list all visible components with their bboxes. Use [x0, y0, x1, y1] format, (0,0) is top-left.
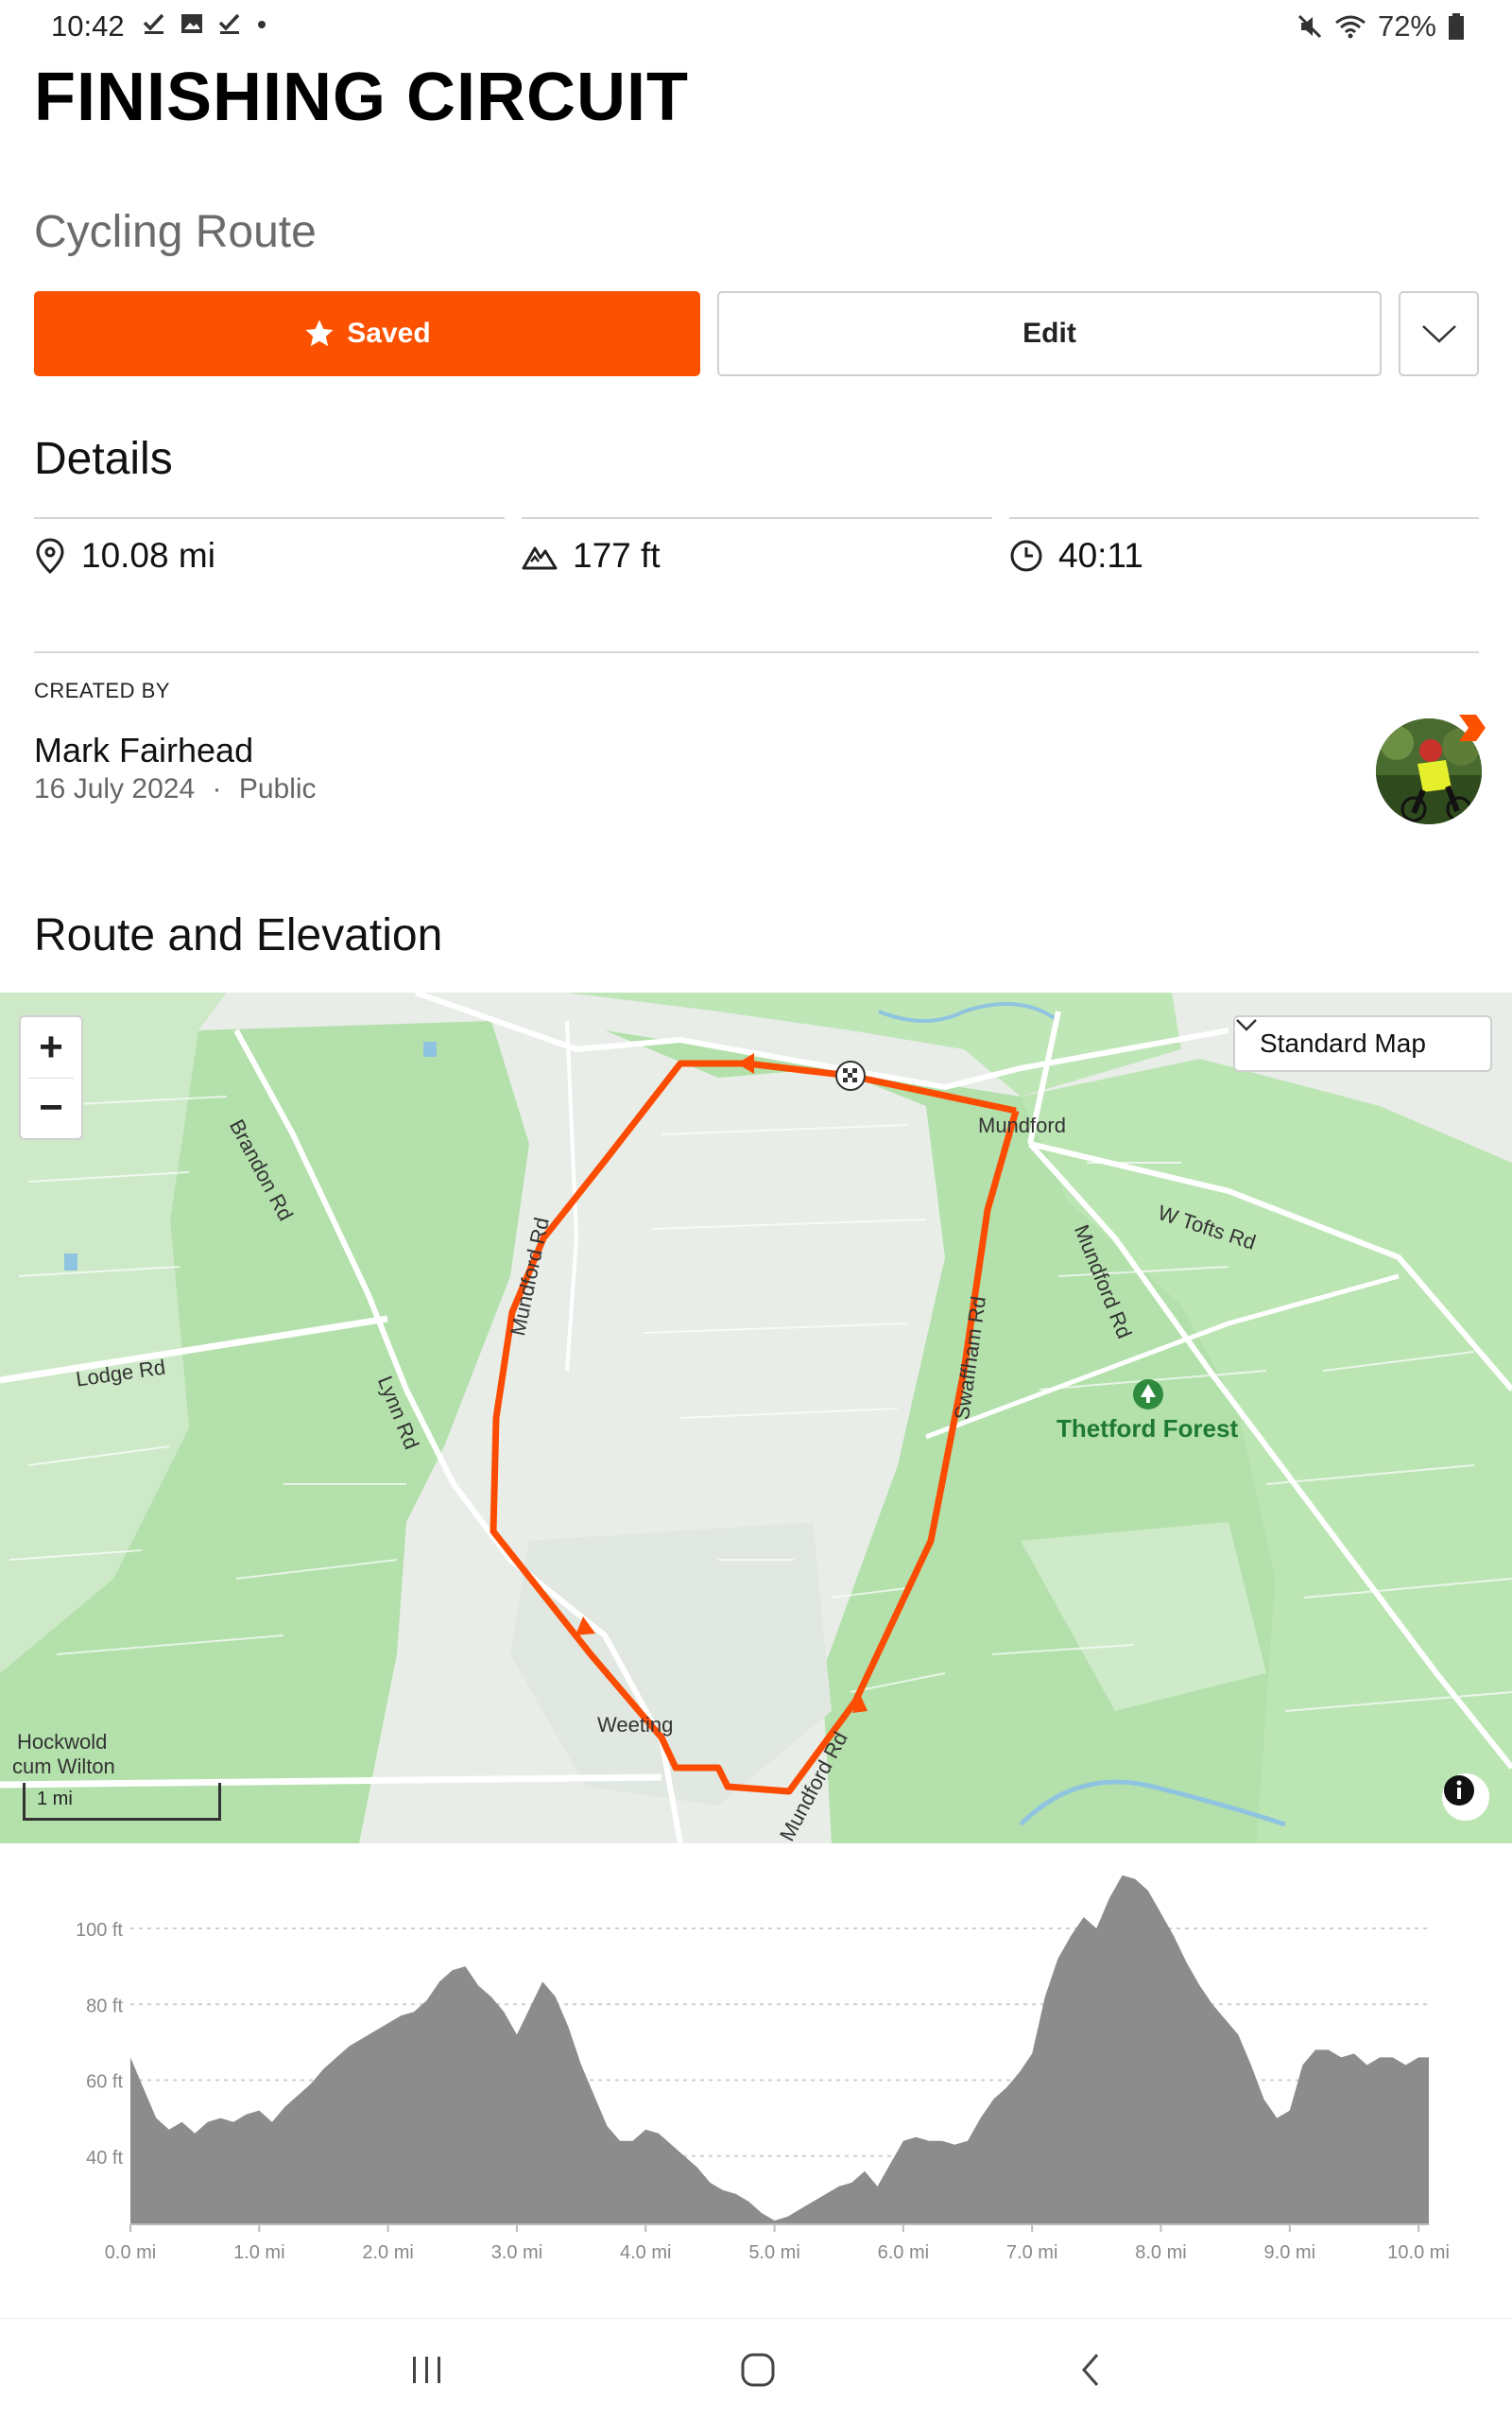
- recent-apps-icon: [413, 2357, 440, 2383]
- wifi-icon: [1335, 15, 1366, 39]
- map-type-label: Standard Map: [1260, 1028, 1426, 1058]
- zoom-control: + −: [19, 1015, 83, 1140]
- check-notification-icon: [143, 13, 164, 34]
- place-label: Weeting: [597, 1713, 674, 1737]
- route-map[interactable]: Mundford Weeting Hockwold cum Wilton The…: [0, 993, 1512, 1843]
- saved-label: Saved: [347, 318, 431, 349]
- y-tick-label: 60 ft: [86, 2072, 123, 2093]
- stat-divider: [1009, 517, 1479, 519]
- route-elevation-heading: Route and Elevation: [34, 910, 443, 960]
- home-button[interactable]: [730, 2345, 786, 2394]
- distance-stat: 10.08 mi: [34, 531, 215, 580]
- details-heading: Details: [34, 434, 173, 484]
- meta-separator: ·: [212, 773, 222, 804]
- map-type-select[interactable]: Standard Map: [1233, 1015, 1492, 1072]
- x-tick-label: 6.0 mi: [878, 2242, 929, 2259]
- route-type: Cycling Route: [34, 207, 317, 257]
- chevron-down-icon: [1236, 1019, 1257, 1031]
- battery-percent: 72%: [1377, 9, 1436, 43]
- map-info-button[interactable]: [1442, 1773, 1489, 1821]
- x-tick-label: 4.0 mi: [620, 2242, 671, 2259]
- back-button[interactable]: [1062, 2345, 1119, 2394]
- saved-button[interactable]: Saved: [34, 291, 700, 376]
- creator-name[interactable]: Mark Fairhead: [34, 731, 253, 770]
- status-time: 10:42: [51, 9, 125, 43]
- created-date: 16 July 2024: [34, 773, 196, 804]
- time-value: 40:11: [1058, 536, 1143, 575]
- x-tick-label: 0.0 mi: [105, 2242, 156, 2259]
- created-by-label: CREATED BY: [34, 679, 170, 702]
- stat-divider: [522, 517, 992, 519]
- zoom-in-button[interactable]: +: [21, 1017, 81, 1078]
- more-options-button[interactable]: [1399, 291, 1479, 376]
- elevation-chart[interactable]: 40 ft 60 ft 80 ft 100 ft 0.0 mi 1.0 mi 2.0 mi 3…: [0, 1843, 1512, 2259]
- status-bar: 10:42 72%: [0, 0, 1512, 57]
- x-tick-label: 2.0 mi: [362, 2242, 413, 2259]
- info-icon: [1444, 1775, 1474, 1806]
- x-tick-label: 5.0 mi: [748, 2242, 799, 2259]
- image-notification-icon: [181, 14, 202, 33]
- elevation-svg: 40 ft 60 ft 80 ft 100 ft 0.0 mi 1.0 mi 2.0 mi 3…: [76, 1875, 1450, 2259]
- map-scale: 1 mi: [23, 1783, 221, 1821]
- x-tick-label: 3.0 mi: [491, 2242, 542, 2259]
- time-stat: 40:11: [1009, 531, 1143, 580]
- route-title: FINISHING CIRCUIT: [34, 60, 689, 135]
- edit-label: Edit: [1022, 318, 1076, 349]
- subscriber-badge-icon: [1459, 715, 1486, 741]
- x-tick-label: 7.0 mi: [1006, 2242, 1057, 2259]
- back-icon: [1082, 2354, 1099, 2386]
- x-tick-label: 8.0 mi: [1135, 2242, 1186, 2259]
- x-tick-label: 9.0 mi: [1264, 2242, 1315, 2259]
- edit-button[interactable]: Edit: [717, 291, 1382, 376]
- dot-icon: [258, 21, 266, 28]
- stat-divider: [34, 517, 505, 519]
- status-right: 72%: [1297, 9, 1465, 43]
- recent-apps-button[interactable]: [399, 2345, 455, 2394]
- home-icon: [741, 2353, 775, 2387]
- poi-label: Thetford Forest: [1057, 1414, 1239, 1443]
- place-label: cum Wilton: [12, 1754, 115, 1778]
- map-canvas: [0, 993, 1512, 1843]
- y-tick-label: 100 ft: [76, 1920, 123, 1941]
- system-nav-bar: [0, 2318, 1512, 2420]
- check-notification-icon: [218, 13, 240, 34]
- battery-icon: [1449, 13, 1464, 40]
- clock-icon: [1010, 540, 1042, 572]
- y-tick-label: 80 ft: [86, 1996, 123, 2016]
- scale-label: 1 mi: [37, 1789, 73, 1809]
- location-pin-icon: [36, 538, 64, 575]
- chevron-down-icon: [1421, 325, 1456, 343]
- section-divider: [34, 651, 1479, 653]
- place-label: Hockwold: [17, 1730, 108, 1754]
- elevation-value: 177 ft: [573, 536, 661, 575]
- mute-icon: [1297, 14, 1322, 39]
- distance-value: 10.08 mi: [81, 536, 215, 575]
- x-tick-label: 1.0 mi: [233, 2242, 284, 2259]
- elevation-stat: 177 ft: [522, 531, 661, 580]
- visibility: Public: [238, 773, 317, 804]
- y-tick-label: 40 ft: [86, 2148, 123, 2169]
- creator-meta: 16 July 2024 · Public: [34, 773, 317, 805]
- mountain-icon: [522, 546, 558, 570]
- place-label: Mundford: [978, 1114, 1066, 1137]
- star-icon: [305, 320, 334, 347]
- x-tick-label: 10.0 mi: [1387, 2242, 1450, 2259]
- notification-icons: [142, 11, 268, 36]
- zoom-out-button[interactable]: −: [21, 1078, 81, 1138]
